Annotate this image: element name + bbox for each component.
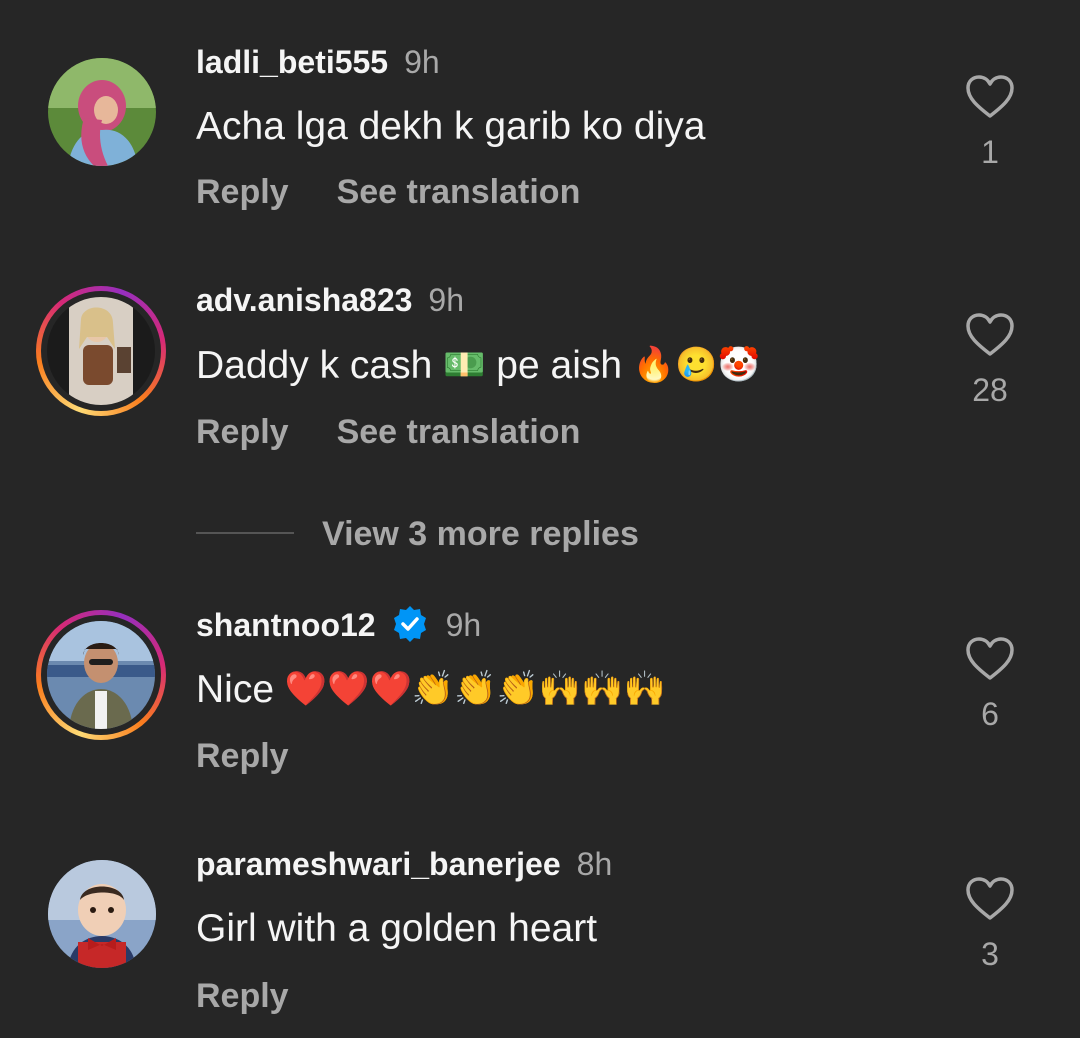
timestamp: 9h — [428, 282, 465, 318]
verified-badge-icon — [390, 604, 430, 644]
timestamp: 9h — [445, 607, 482, 643]
comment-meta: shantnoo12 9h — [196, 604, 481, 644]
reply-button[interactable]: Reply — [196, 173, 289, 211]
comment-actions: Reply — [196, 976, 289, 1016]
heart-outline-icon[interactable] — [965, 876, 1015, 922]
like-control: 1 — [962, 74, 1018, 170]
like-control: 28 — [962, 312, 1018, 408]
comment-meta: ladli_beti555 9h — [196, 42, 440, 82]
money-emoji: 💵 — [443, 345, 486, 385]
comment-actions: Reply — [196, 736, 289, 776]
comment-actions: Reply See translation — [196, 172, 580, 212]
emoji-group: ❤️❤️❤️👏👏👏🙌🙌🙌 — [284, 669, 666, 709]
comment-meta: adv.anisha823 9h — [196, 280, 464, 320]
like-count: 1 — [981, 134, 999, 170]
view-more-replies-label: View 3 more replies — [322, 515, 639, 553]
reply-button[interactable]: Reply — [196, 977, 289, 1015]
comment-actions: Reply See translation — [196, 412, 580, 452]
comment-text-part: pe aish — [485, 344, 633, 387]
like-control: 3 — [962, 876, 1018, 972]
comment-text: Girl with a golden heart — [196, 907, 598, 950]
comment-text: Acha lga dekh k garib ko diya — [196, 105, 706, 148]
avatar[interactable] — [48, 860, 156, 968]
avatar[interactable] — [36, 286, 166, 416]
heart-outline-icon[interactable] — [965, 636, 1015, 682]
timestamp: 9h — [404, 44, 440, 80]
username[interactable]: parameshwari_banerjee — [196, 846, 561, 882]
like-count: 28 — [972, 372, 1008, 408]
comment-text: Nice ❤️❤️❤️👏👏👏🙌🙌🙌 — [196, 664, 666, 715]
emoji-group: 🔥🥲🤡 — [632, 345, 760, 385]
comment-text-part: Nice — [196, 668, 285, 711]
see-translation-button[interactable]: See translation — [337, 173, 581, 211]
heart-outline-icon[interactable] — [965, 74, 1015, 120]
like-count: 3 — [981, 936, 999, 972]
reply-button[interactable]: Reply — [196, 413, 289, 451]
timestamp: 8h — [576, 846, 613, 882]
comment-meta: parameshwari_banerjee 8h — [196, 844, 612, 884]
avatar[interactable] — [36, 610, 166, 740]
heart-outline-icon[interactable] — [965, 312, 1015, 358]
avatar[interactable] — [48, 58, 156, 166]
like-count: 6 — [981, 696, 999, 732]
comment-text: Daddy k cash 💵 pe aish 🔥🥲🤡 — [196, 340, 760, 391]
divider — [196, 532, 294, 534]
username[interactable]: shantnoo12 — [196, 607, 376, 643]
username[interactable]: ladli_beti555 — [196, 44, 388, 80]
username[interactable]: adv.anisha823 — [196, 282, 412, 318]
comment-text-part: Daddy k cash — [196, 344, 444, 387]
see-translation-button[interactable]: See translation — [337, 413, 581, 451]
reply-button[interactable]: Reply — [196, 737, 289, 775]
like-control: 6 — [962, 636, 1018, 732]
